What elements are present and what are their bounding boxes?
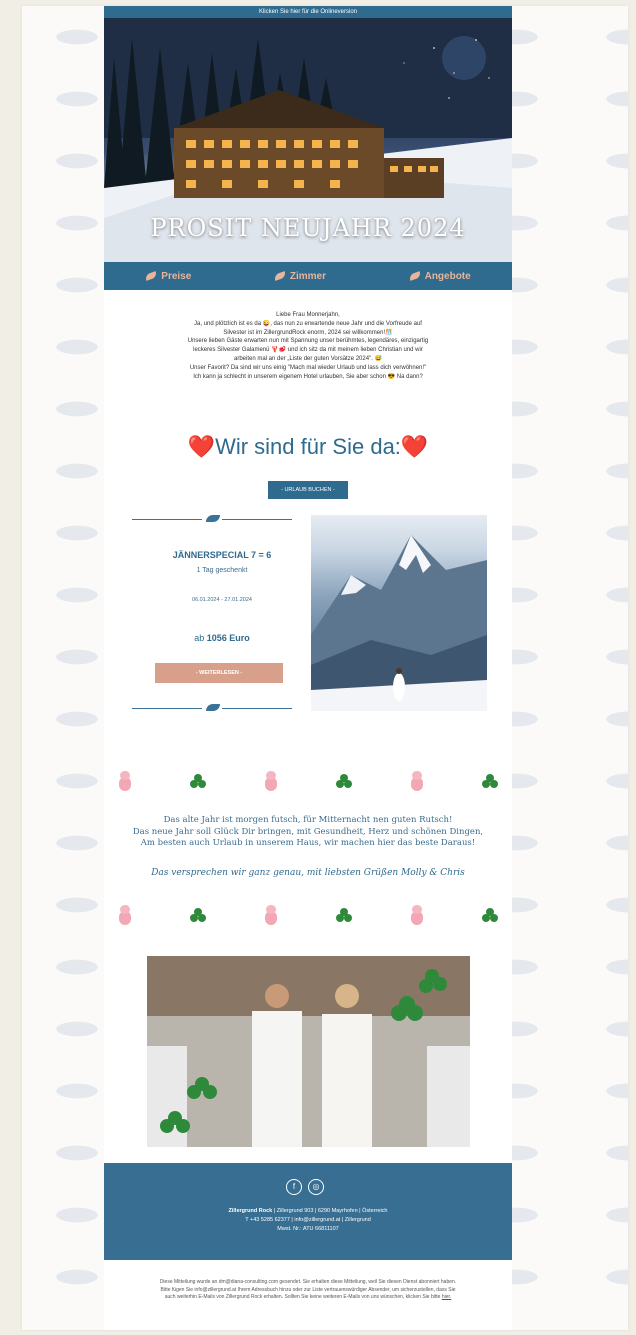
facebook-icon[interactable]: f: [286, 1179, 302, 1195]
nav-item-label: Angebote: [424, 270, 471, 282]
divider-top: [132, 515, 292, 523]
nav-bar: Preise Zimmer Angebote: [104, 262, 512, 290]
decoration-row-bottom: [118, 903, 498, 929]
footer-address: Zillergrund Rock | Zillergrund 903 | 629…: [104, 1207, 512, 1234]
email-body: Klicken Sie hier für die Onlineversion P…: [104, 6, 512, 1330]
intro-line: Liebe Frau Monnerjahn,: [276, 312, 340, 318]
clover-icon: [336, 908, 352, 924]
bird-icon: [407, 271, 422, 281]
nav-item-zimmer[interactable]: Zimmer: [273, 270, 327, 282]
signature: Das versprechen wir ganz genau, mit lieb…: [151, 868, 465, 878]
mountain-photo: [311, 515, 487, 711]
bird-icon: [206, 704, 220, 711]
contact-heading: ❤️Wir sind für Sie da:❤️: [104, 434, 512, 460]
pig-icon: [264, 905, 278, 927]
special-dates: 06.01.2024 - 27.01.2024: [192, 597, 252, 603]
poem-line: Das neue Jahr soll Glück Dir bringen, mi…: [132, 826, 484, 837]
hosts-photo: [147, 956, 470, 1147]
intro-line: Silvester ist im ZillergrundRock enorm, …: [223, 329, 393, 336]
heart-icon: ❤️: [400, 434, 429, 459]
nav-item-preise[interactable]: Preise: [144, 270, 192, 282]
pig-icon: [410, 905, 424, 927]
footer-contact: f ◎ Zillergrund Rock | Zillergrund 903 |…: [104, 1163, 512, 1260]
pig-icon: [118, 771, 132, 793]
intro-line: Unsere lieben Gäste erwarten nun mit Spa…: [187, 338, 429, 345]
social-links: f ◎: [286, 1179, 324, 1195]
intro-line: Unser Favorit? Da sind wir uns einig "Ma…: [189, 364, 427, 371]
book-holiday-button[interactable]: - URLAUB BUCHEN -: [268, 481, 348, 499]
intro-line: Ich kann ja schlecht in unserem eigenem …: [193, 373, 423, 380]
nav-item-label: Preise: [161, 270, 192, 282]
vat-number: Mwst. Nr.: ATU 66811107: [277, 1226, 339, 1232]
subscription-note: Diese Mitteilung wurde an dm@diana-consu…: [159, 1279, 457, 1300]
mountain-illustration: [311, 535, 487, 711]
poem-line: Das alte Jahr ist morgen futsch, für Mit…: [163, 815, 453, 825]
bird-icon: [273, 271, 287, 281]
nav-item-label: Zimmer: [289, 270, 327, 282]
clover-icon: [482, 908, 498, 924]
special-subtitle: 1 Tag geschenkt: [196, 567, 248, 574]
poem-line: Am besten auch Urlaub in unserem Haus, w…: [140, 838, 476, 848]
pig-icon: [118, 905, 132, 927]
pig-icon: [264, 771, 278, 793]
decoration-row-top: [118, 769, 498, 795]
contact-line: T +43 5285 62377 | info@zillergrund.at |…: [245, 1217, 371, 1223]
clover-icon: [336, 774, 352, 790]
online-version-link[interactable]: Klicken Sie hier für die Onlineversion: [104, 6, 512, 18]
pig-icon: [410, 771, 424, 793]
instagram-icon[interactable]: ◎: [308, 1179, 324, 1195]
clover-icon: [482, 774, 498, 790]
hero-title: PROSIT NEUJAHR 2024: [150, 214, 466, 242]
intro-line: arbeiten mal an der „Liste der guten Vor…: [233, 355, 383, 362]
intro-text: Liebe Frau Monnerjahn, Ja, und plötzlich…: [142, 311, 474, 381]
read-more-button[interactable]: - WEITERLESEN -: [155, 663, 283, 683]
contact-heading-text: Wir sind für Sie da:: [215, 434, 401, 459]
divider-bottom: [132, 704, 292, 712]
hero-image: PROSIT NEUJAHR 2024: [104, 18, 512, 262]
special-title: JÄNNERSPECIAL 7 = 6: [172, 550, 272, 560]
bird-icon: [144, 271, 158, 281]
intro-line: leckeres Silvester Galamenü 🦞🥩 und ich s…: [193, 347, 423, 354]
heart-icon: ❤️: [187, 434, 216, 459]
nav-item-angebote[interactable]: Angebote: [407, 270, 471, 282]
intro-line: Ja, und plötzlich ist es da 😜, das nun z…: [194, 320, 422, 327]
company-name: Zillergrund Rock: [228, 1208, 273, 1214]
unsubscribe-link[interactable]: hier.: [442, 1294, 451, 1300]
hosts-illustration: [147, 956, 470, 1147]
special-price: ab 1056 Euro: [194, 633, 250, 643]
clover-icon: [190, 774, 206, 790]
clover-icon: [190, 908, 206, 924]
bird-icon: [206, 515, 220, 522]
new-year-poem: Das alte Jahr ist morgen futsch, für Mit…: [124, 815, 492, 850]
